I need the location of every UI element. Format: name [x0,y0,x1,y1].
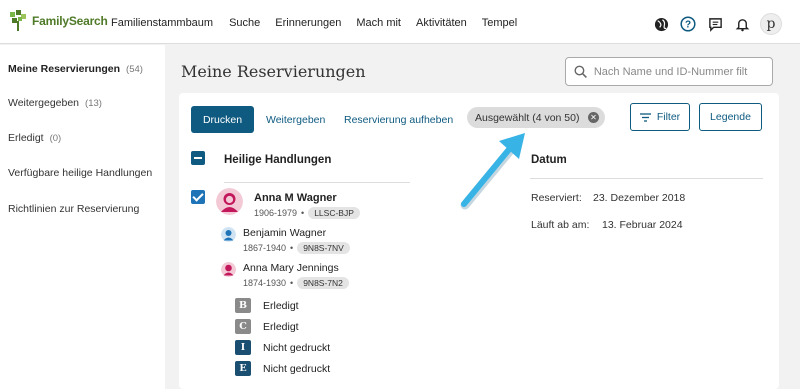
select-all-checkbox[interactable] [191,151,205,165]
share-link[interactable]: Weitergeben [266,114,325,126]
nav-item-erinnerungen[interactable]: Erinnerungen [275,17,341,29]
nav-item-mach-mit[interactable]: Mach mit [356,17,401,29]
filter-icon [639,112,651,122]
ordinance-confirmation-icon[interactable]: C [235,319,251,334]
sidebar-item-meine-reservierungen[interactable]: Meine Reservierungen (54) [8,63,143,75]
sidebar-item-label: Meine Reservierungen [8,63,121,75]
ordinance-initiatory-icon[interactable]: I [235,340,251,355]
unreserve-link[interactable]: Reservierung aufheben [344,114,453,126]
selected-chip-label: Ausgewählt (4 von 50) [475,111,580,124]
person-id-badge[interactable]: LLSC-BJP [308,207,360,219]
divider [530,178,763,179]
ordinance-endowment-icon[interactable]: E [235,361,251,376]
ordinance-status: Nicht gedruckt [263,363,331,375]
filter-button-label: Filter [656,111,681,123]
sidebar-item-count: (13) [85,98,102,109]
sidebar-item-label: Verfügbare heilige Handlungen [8,167,153,179]
sidebar-item-erledigt[interactable]: Erledigt (0) [8,132,61,144]
page-title: Meine Reservierungen [181,62,366,81]
user-avatar[interactable]: p [760,13,782,35]
sidebar-item-weitergegeben[interactable]: Weitergegeben (13) [8,97,102,109]
annotation-arrow-icon [460,133,525,210]
bell-icon[interactable] [733,15,751,33]
mother-dates: 1874-1930 [243,278,287,288]
top-icons: ? p [643,13,782,35]
print-button[interactable]: Drucken [191,106,254,133]
father-dates: 1867-1940 [243,243,287,253]
column-header-date[interactable]: Datum [531,154,567,166]
expires-date-row: Läuft ab am: 13. Februar 2024 [531,219,683,231]
nav-item-tempel[interactable]: Tempel [482,17,517,29]
expires-label: Läuft ab am: [531,219,590,231]
help-icon[interactable]: ? [679,15,697,33]
messages-icon[interactable] [706,15,724,33]
person-lifespan: 1906-1979 • LLSC-BJP [254,207,360,219]
separator-dot: • [290,278,294,288]
nav-item-aktivitaeten[interactable]: Aktivitäten [416,17,467,29]
column-header-ordinances[interactable]: Heilige Handlungen [224,154,331,166]
clear-selection-icon[interactable]: ✕ [588,112,599,123]
sidebar: Meine Reservierungen (54) Weitergegeben (1… [0,45,165,389]
sidebar-item-verfuegbare-handlungen[interactable]: Verfügbare heilige Handlungen [8,167,152,179]
brand-name: FamilySearch [32,14,108,28]
nav-item-familienstammbaum[interactable]: Familienstammbaum [111,17,213,29]
reserved-date-row: Reserviert: 23. Dezember 2018 [531,192,685,204]
filter-button[interactable]: Filter [630,103,690,131]
separator-dot: • [290,243,294,253]
ordinance-status: Erledigt [263,321,299,333]
search-icon [574,65,587,78]
search-box[interactable] [565,57,773,86]
father-id-badge[interactable]: 9N8S-7NV [297,242,350,254]
reserved-label: Reserviert: [531,192,582,204]
row-checkbox[interactable] [191,190,205,204]
reserved-date: 23. Dezember 2018 [593,192,686,204]
ordinance-baptism-icon[interactable]: B [235,298,251,313]
divider [224,182,410,183]
father-name[interactable]: Benjamin Wagner [243,227,326,239]
mother-lifespan: 1874-1930 • 9N8S-7N2 [243,277,349,289]
sidebar-item-richtlinien[interactable]: Richtlinien zur Reservierung [8,203,139,215]
top-navigation-bar: FamilySearch Familienstammbaum Suche Eri… [0,0,800,44]
sidebar-item-count: (0) [49,133,62,144]
father-lifespan: 1867-1940 • 9N8S-7NV [243,242,350,254]
female-person-icon [216,188,243,215]
nav-item-suche[interactable]: Suche [229,17,260,29]
sidebar-item-label: Erledigt [8,132,44,144]
ordinance-status: Nicht gedruckt [263,342,331,354]
male-person-icon [221,227,236,242]
legend-button[interactable]: Legende [699,103,762,131]
globe-icon[interactable] [652,15,670,33]
sidebar-item-label: Richtlinien zur Reservierung [8,203,140,215]
separator-dot: • [301,208,305,218]
ordinance-status: Erledigt [263,300,299,312]
person-dates: 1906-1979 [254,208,298,218]
svg-text:?: ? [685,20,691,31]
main-nav: Familienstammbaum Suche Erinnerungen Mac… [111,17,532,29]
sidebar-item-label: Weitergegeben [8,97,80,109]
search-input[interactable] [593,65,772,78]
mother-name[interactable]: Anna Mary Jennings [243,262,339,274]
sidebar-item-count: (54) [126,64,143,75]
female-person-icon [221,262,236,277]
person-name[interactable]: Anna M Wagner [254,192,337,204]
expires-date: 13. Februar 2024 [602,219,683,231]
mother-id-badge[interactable]: 9N8S-7N2 [297,277,349,289]
familysearch-logo[interactable]: FamilySearch [8,10,108,32]
tree-logo-icon [10,10,26,31]
